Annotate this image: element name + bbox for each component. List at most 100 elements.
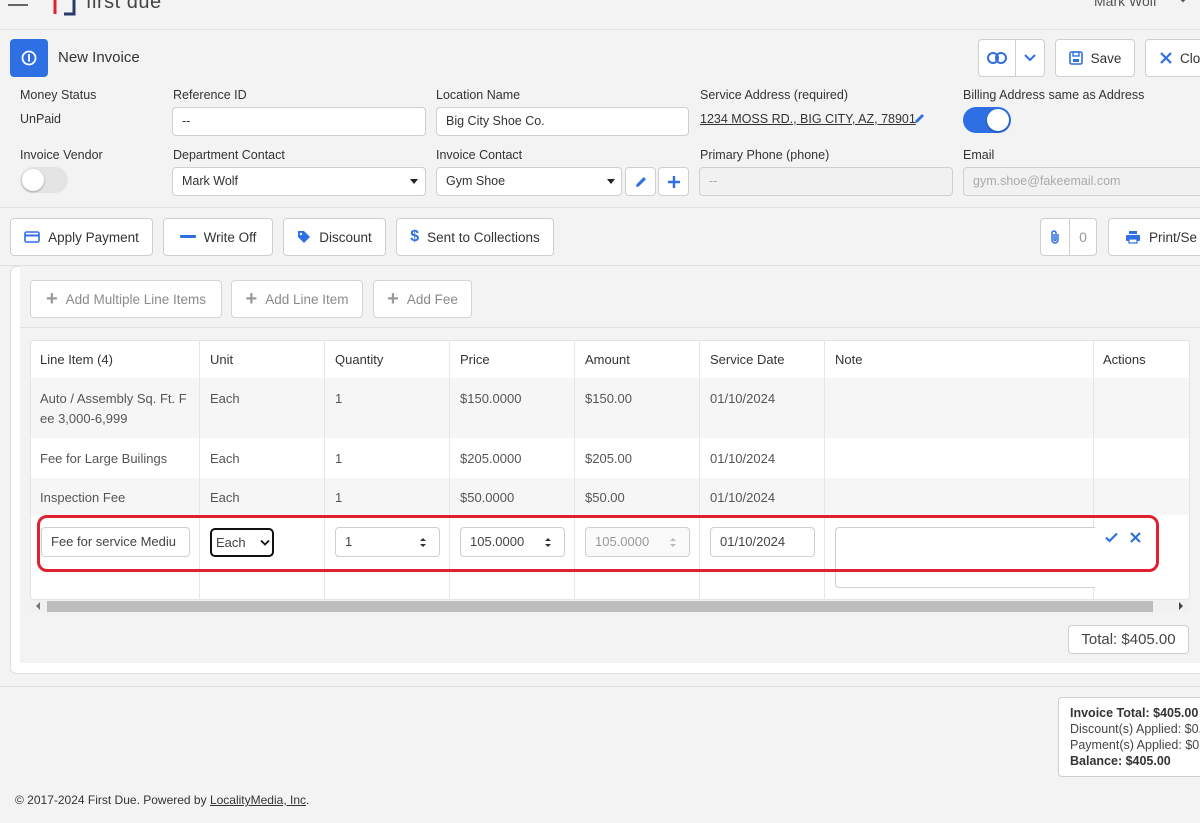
table-row-price: $150.0000 — [460, 391, 522, 406]
table-row-unit: Each — [210, 490, 240, 505]
divider — [0, 686, 1200, 687]
line-items-total: Total: $405.00 — [1068, 625, 1189, 654]
printer-icon — [1126, 231, 1140, 244]
table-row-date: 01/10/2024 — [710, 451, 776, 466]
minus-icon — [179, 235, 196, 238]
footer: © 2017-2024 First Due. Powered by Locali… — [15, 793, 309, 807]
location-name-label: Location Name — [436, 88, 521, 102]
discount-button[interactable]: Discount — [283, 218, 386, 256]
write-off-label: Write Off — [203, 229, 257, 245]
scroll-left-arrow-icon[interactable] — [35, 602, 41, 610]
hamburger-menu-icon[interactable] — [8, 0, 30, 12]
reference-id-input[interactable]: -- — [172, 107, 426, 136]
invoice-contact-select[interactable]: Gym Shoe — [436, 167, 622, 196]
invoice-vendor-label: Invoice Vendor — [20, 148, 103, 162]
department-contact-label: Department Contact — [173, 148, 285, 162]
department-contact-value: Mark Wolf — [182, 174, 239, 188]
link-dropdown-button[interactable] — [1015, 39, 1045, 77]
email-label: Email — [963, 148, 995, 162]
pencil-icon — [635, 176, 646, 187]
department-contact-select[interactable]: Mark Wolf — [172, 167, 426, 196]
dollar-icon: $ — [410, 228, 420, 245]
service-address-link[interactable]: 1234 MOSS RD., BIG CITY, AZ, 78901 — [700, 112, 916, 126]
sent-to-collections-button[interactable]: $ Sent to Collections — [396, 218, 554, 256]
attachment-button[interactable] — [1040, 218, 1070, 256]
scrollbar-thumb[interactable] — [47, 601, 1153, 612]
header-amount[interactable]: Amount — [585, 352, 630, 367]
discount-label: Discount — [319, 229, 372, 245]
header-quantity[interactable]: Quantity — [335, 352, 383, 367]
table-row-unit: Each — [210, 451, 240, 466]
link-button[interactable] — [978, 39, 1016, 77]
header-actions: Actions — [1103, 352, 1146, 367]
billing-same-toggle[interactable] — [963, 107, 1011, 133]
table-row-amount: $50.00 — [585, 490, 625, 505]
header-note[interactable]: Note — [835, 352, 862, 367]
caret-down-icon — [607, 179, 615, 184]
apply-payment-button[interactable]: Apply Payment — [10, 218, 153, 256]
table-row-item-wrap: ee 3,000-6,999 — [40, 411, 128, 426]
email-input[interactable]: gym.shoe@fakeemail.com — [963, 167, 1200, 196]
divider — [20, 327, 1200, 328]
money-status-label: Money Status — [20, 88, 97, 102]
plus-icon — [667, 175, 680, 188]
add-contact-button[interactable] — [658, 167, 689, 196]
save-button[interactable]: Save — [1055, 39, 1135, 77]
edit-contact-button[interactable] — [625, 167, 656, 196]
plus-icon: + — [245, 288, 258, 310]
table-row-date: 01/10/2024 — [710, 490, 776, 505]
page-title: New Invoice — [58, 49, 140, 66]
add-multiple-line-items-button[interactable]: + Add Multiple Line Items — [30, 280, 222, 318]
write-off-button[interactable]: Write Off — [163, 218, 273, 256]
table-row-unit: Each — [210, 391, 240, 406]
header-service-date[interactable]: Service Date — [710, 352, 784, 367]
footer-suffix: . — [306, 793, 310, 807]
add-fee-button[interactable]: + Add Fee — [373, 280, 472, 318]
print-button[interactable]: Print/Se — [1108, 218, 1200, 256]
close-icon — [1160, 52, 1172, 64]
apply-payment-label: Apply Payment — [48, 229, 139, 245]
service-address-label: Service Address (required) — [700, 88, 848, 102]
edit-address-pencil-icon[interactable] — [913, 112, 926, 125]
header-price[interactable]: Price — [460, 352, 490, 367]
attachment-count[interactable]: 0 — [1069, 218, 1097, 256]
save-label: Save — [1090, 50, 1122, 66]
footer-copyright: © 2017-2024 First Due. Powered by — [15, 793, 210, 807]
print-label: Print/Se — [1149, 229, 1198, 245]
credit-card-icon — [24, 231, 40, 243]
footer-company-link[interactable]: LocalityMedia, Inc — [210, 793, 306, 807]
scroll-right-arrow-icon[interactable] — [1178, 602, 1184, 610]
table-row-item: Fee for Large Builings — [40, 451, 168, 466]
summary-payments: Payment(s) Applied: $0. — [1070, 738, 1200, 752]
table-row-quantity: 1 — [335, 451, 343, 466]
sent-to-collections-label: Sent to Collections — [427, 229, 540, 245]
header-line-item[interactable]: Line Item (4) — [40, 352, 113, 367]
table-row-price: $205.0000 — [460, 451, 522, 466]
primary-phone-input[interactable]: -- — [699, 167, 953, 196]
location-name-input[interactable]: Big City Shoe Co. — [436, 107, 689, 136]
info-button[interactable] — [10, 39, 48, 77]
user-menu-caret-icon[interactable] — [1176, 0, 1190, 6]
table-row-amount: $205.00 — [585, 451, 632, 466]
logo-text: first due — [86, 0, 162, 13]
add-line-item-button[interactable]: + Add Line Item — [231, 280, 363, 318]
link-icon — [987, 52, 1007, 64]
billing-same-label: Billing Address same as Address — [963, 88, 1145, 102]
add-line-label: Add Line Item — [265, 291, 349, 307]
reference-id-label: Reference ID — [173, 88, 247, 102]
close-button[interactable]: Clo — [1145, 39, 1200, 77]
highlight-box — [37, 515, 1159, 572]
chevron-down-icon — [1024, 54, 1036, 62]
summary-balance: Balance: $405.00 — [1070, 754, 1171, 768]
plus-icon: + — [387, 288, 399, 310]
header-unit[interactable]: Unit — [210, 352, 233, 367]
user-name[interactable]: Mark Wolf — [1094, 0, 1157, 9]
invoice-contact-value: Gym Shoe — [446, 174, 506, 188]
money-status-value: UnPaid — [20, 112, 61, 126]
caret-down-icon — [410, 179, 418, 184]
info-icon — [21, 50, 37, 66]
invoice-vendor-toggle[interactable] — [20, 167, 68, 193]
table-row-quantity: 1 — [335, 490, 343, 505]
summary-invoice-total: Invoice Total: $405.00 — [1070, 706, 1199, 720]
table-row-date: 01/10/2024 — [710, 391, 776, 406]
